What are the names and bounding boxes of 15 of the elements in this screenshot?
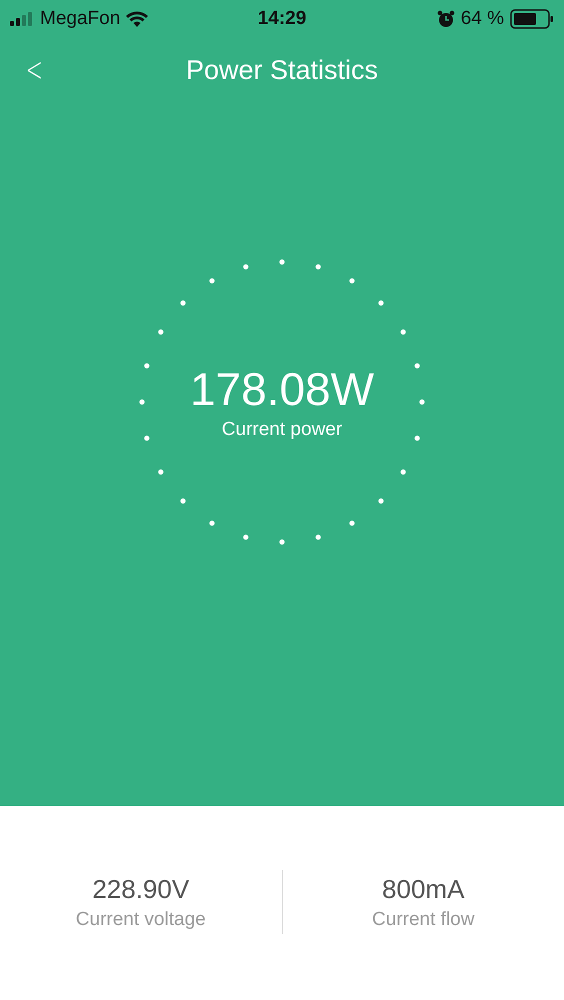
carrier-name: MegaFon xyxy=(40,8,120,30)
battery-percent: 64 % xyxy=(460,8,504,30)
power-label: Current power xyxy=(222,418,342,441)
power-value: 178.08W xyxy=(190,364,374,415)
stat-value: 800mA xyxy=(382,874,464,905)
stat-label: Current flow xyxy=(372,909,474,931)
alarm-clock-icon xyxy=(436,10,455,28)
battery-icon xyxy=(510,9,554,29)
page-title: Power Statistics xyxy=(186,54,378,86)
wifi-icon xyxy=(126,11,148,27)
status-time: 14:29 xyxy=(258,8,306,29)
stat-value: 228.90V xyxy=(92,874,190,905)
stat-label: Current voltage xyxy=(76,909,206,931)
back-button[interactable]: < xyxy=(23,53,46,87)
signal-icon xyxy=(10,12,34,26)
